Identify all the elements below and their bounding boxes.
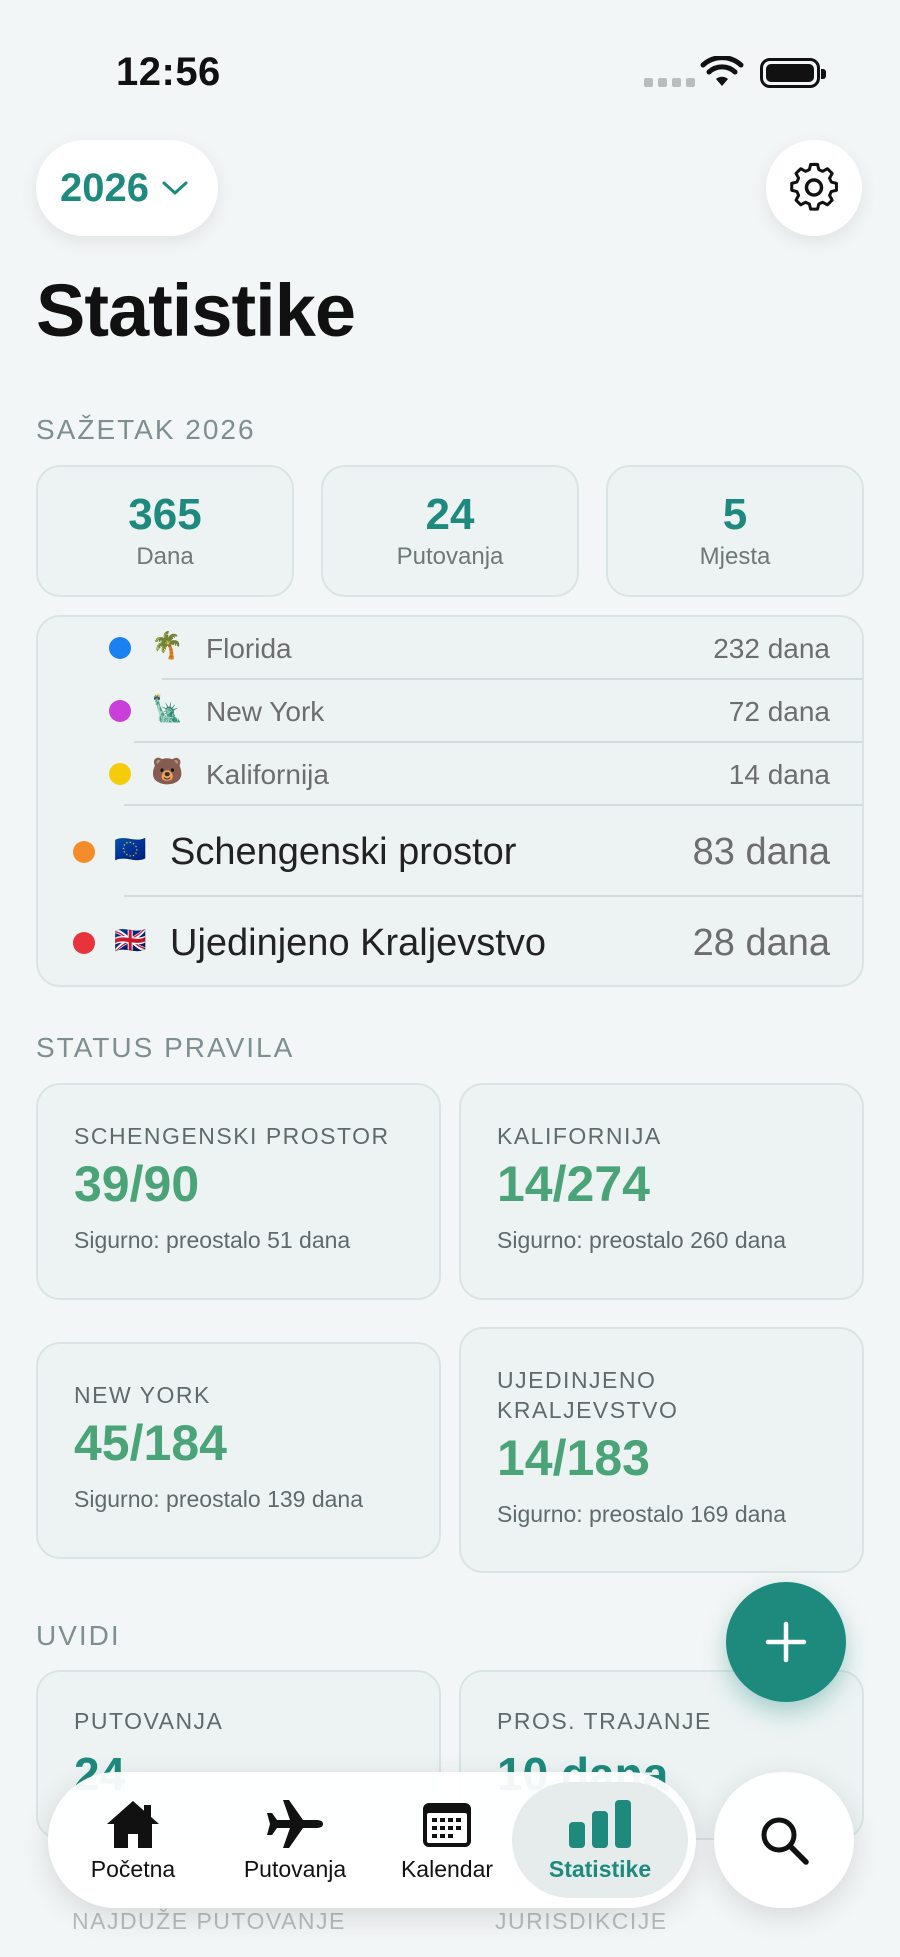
list-item[interactable]: 🗽 New York 72 dana: [38, 680, 862, 742]
tab-label: Početna: [90, 1855, 176, 1882]
jurisdiction-name: Florida: [206, 633, 292, 664]
status-time: 12:56: [116, 50, 221, 94]
uk-flag-icon: 🇬🇧: [114, 925, 147, 955]
house-icon: [107, 1800, 159, 1848]
jurisdiction-name: New York: [206, 696, 325, 727]
palm-tree-icon: 🌴: [151, 630, 184, 660]
rule-value: 14/183: [497, 1430, 650, 1486]
list-item[interactable]: 🇪🇺 Schengenski prostor 83 dana: [38, 806, 862, 897]
tab-calendar[interactable]: Kalendar: [382, 1782, 512, 1898]
jurisdiction-name: Kalifornija: [206, 759, 329, 790]
eu-flag-icon: 🇪🇺: [114, 834, 147, 864]
rule-note: Sigurno: preostalo 169 dana: [497, 1501, 786, 1527]
color-dot: [109, 637, 131, 659]
cellular-signal-icon: [644, 78, 695, 87]
jurisdiction-name: Schengenski prostor: [170, 831, 517, 873]
list-item[interactable]: 🐻 Kalifornija 14 dana: [38, 743, 862, 805]
jurisdiction-list: 🌴 Florida 232 dana 🗽 New York 72 dana 🐻 …: [36, 615, 864, 987]
stat-value: 365: [128, 489, 202, 539]
search-button[interactable]: [714, 1772, 854, 1908]
rules-section-label: STATUS PRAVILA: [36, 1032, 295, 1063]
rule-title: UJEDINJENO KRALJEVSTVO: [497, 1367, 679, 1423]
statue-of-liberty-icon: 🗽: [151, 693, 184, 723]
rule-value: 39/90: [74, 1156, 200, 1212]
year-value: 2026: [60, 165, 149, 210]
color-dot: [109, 763, 131, 785]
stat-label: Dana: [136, 543, 194, 571]
chevron-down-icon: [162, 181, 188, 195]
jurisdiction-days: 72 dana: [728, 696, 830, 727]
jurisdiction-days: 83 dana: [692, 831, 830, 873]
list-item[interactable]: 🌴 Florida 232 dana: [38, 617, 862, 679]
page-title: Statistike: [36, 269, 356, 352]
year-selector[interactable]: 2026: [36, 140, 218, 236]
stat-label: Putovanja: [396, 543, 504, 571]
insight-label-jurisdictions: JURISDIKCIJE: [495, 1908, 668, 1934]
add-trip-button[interactable]: [726, 1582, 846, 1702]
battery-icon: [760, 58, 826, 88]
tab-label: Statistike: [548, 1855, 652, 1882]
rule-note: Sigurno: preostalo 260 dana: [497, 1227, 786, 1253]
status-bar: 12:56: [0, 0, 900, 140]
rule-title: NEW YORK: [74, 1382, 211, 1408]
tab-label: Putovanja: [243, 1855, 347, 1882]
jurisdiction-name: Ujedinjeno Kraljevstvo: [170, 922, 546, 964]
rule-card-schengen[interactable]: SCHENGENSKI PROSTOR 39/90 Sigurno: preos…: [36, 1083, 441, 1300]
tab-statistics[interactable]: Statistike: [512, 1782, 688, 1898]
stat-card-trips: 24 Putovanja: [321, 465, 579, 597]
search-icon: [761, 1817, 809, 1865]
tab-trips[interactable]: Putovanja: [220, 1782, 370, 1898]
gear-icon: [790, 162, 838, 211]
rule-title: SCHENGENSKI PROSTOR: [74, 1123, 390, 1149]
stat-card-days: 365 Dana: [36, 465, 294, 597]
insight-label-longest-trip: NAJDUŽE PUTOVANJE: [72, 1908, 346, 1934]
color-dot: [73, 932, 95, 954]
color-dot: [109, 700, 131, 722]
wifi-icon: [700, 56, 744, 86]
color-dot: [73, 841, 95, 863]
bear-icon: 🐻: [151, 756, 184, 786]
chart-bars-icon: [569, 1799, 631, 1848]
calendar-icon: [423, 1802, 471, 1847]
rule-value: 45/184: [74, 1415, 227, 1471]
rule-card-california[interactable]: KALIFORNIJA 14/274 Sigurno: preostalo 26…: [459, 1083, 864, 1300]
tab-label: Kalendar: [400, 1855, 494, 1882]
insights-section-label: UVIDI: [36, 1620, 121, 1651]
stat-card-places: 5 Mjesta: [606, 465, 864, 597]
stat-value: 24: [425, 489, 475, 539]
jurisdiction-days: 232 dana: [713, 633, 830, 664]
stat-label: Mjesta: [699, 543, 771, 571]
jurisdiction-days: 28 dana: [692, 922, 830, 964]
plus-icon: [765, 1621, 807, 1663]
rule-card-uk[interactable]: UJEDINJENO KRALJEVSTVO 14/183 Sigurno: p…: [459, 1327, 864, 1573]
rule-title: KALIFORNIJA: [497, 1123, 662, 1149]
summary-section-label: SAŽETAK 2026: [36, 414, 256, 445]
airplane-icon: [267, 1799, 323, 1848]
settings-button[interactable]: [766, 140, 862, 236]
list-item[interactable]: 🇬🇧 Ujedinjeno Kraljevstvo 28 dana: [38, 897, 862, 985]
insight-title: PROS. TRAJANJE: [497, 1708, 712, 1734]
stat-value: 5: [722, 489, 748, 539]
insight-title: PUTOVANJA: [74, 1708, 224, 1734]
rule-value: 14/274: [497, 1156, 650, 1212]
jurisdiction-days: 14 dana: [728, 759, 830, 790]
rule-note: Sigurno: preostalo 51 dana: [74, 1227, 351, 1253]
tab-home[interactable]: Početna: [68, 1782, 198, 1898]
rule-card-new-york[interactable]: NEW YORK 45/184 Sigurno: preostalo 139 d…: [36, 1342, 441, 1559]
tab-bar: Početna Putovanja Kalendar Statistike: [48, 1772, 696, 1908]
rule-note: Sigurno: preostalo 139 dana: [74, 1486, 363, 1512]
